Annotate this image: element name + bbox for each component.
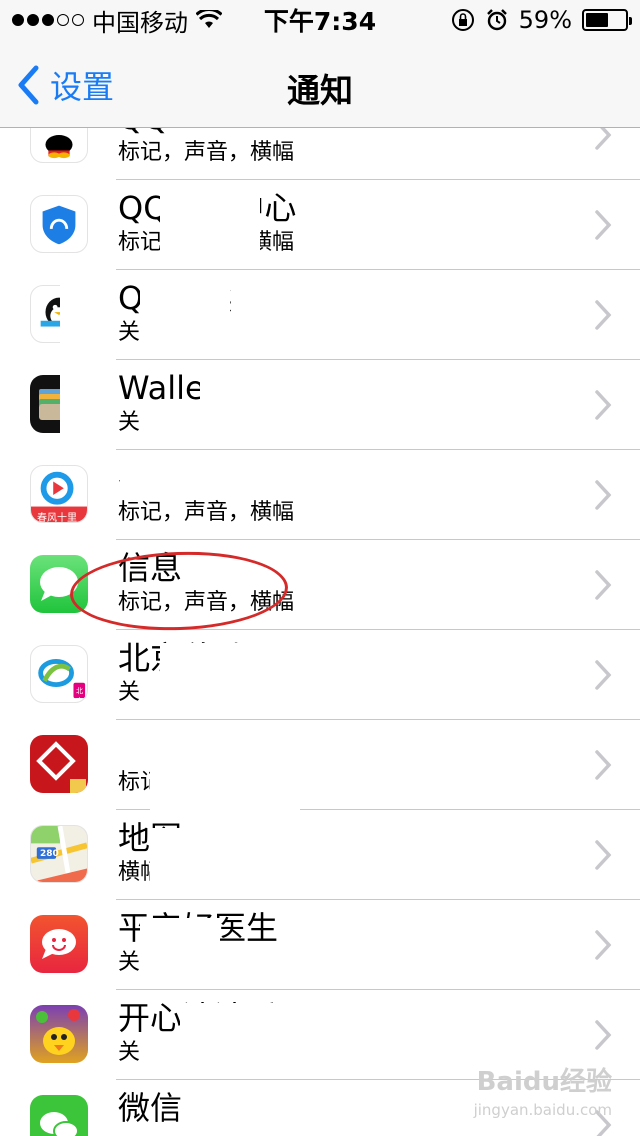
battery-icon (582, 9, 632, 31)
row-subtitle: 标记，声音，横幅 (118, 140, 295, 165)
row-subtitle: 关 (118, 410, 141, 435)
icon-caption: 北京 (76, 687, 83, 703)
watermark: Baidu经验 jingyan.baidu.com (474, 1068, 612, 1124)
ping-an-doctor-icon (30, 915, 88, 973)
row-text: Wallet 关 (118, 368, 558, 438)
game-icon (30, 1005, 88, 1063)
app-row-maps[interactable]: 280 地图 横幅 (0, 810, 640, 900)
navigation-bar: 设置 通知 (0, 40, 640, 128)
row-title: 信息 (118, 549, 183, 587)
red-app-icon (30, 735, 88, 793)
signal-strength-icon (12, 14, 84, 26)
notification-app-list: QQ 标记，声音，横幅 QQ安全中心 标记，声音，横幅 QQ阅读 关 Wal (0, 128, 640, 1136)
chevron-right-icon (595, 390, 612, 420)
status-bar: 中国移动 下午7:34 59% (0, 0, 640, 40)
redaction-mask (160, 188, 260, 268)
messages-icon (30, 555, 88, 613)
row-title: Wallet (118, 369, 218, 407)
app-row-qq[interactable]: QQ 标记，声音，横幅 (0, 128, 640, 180)
icon-caption: 春风十里 (37, 513, 77, 523)
chevron-right-icon (595, 660, 612, 690)
redaction-mask (140, 918, 220, 978)
status-left: 中国移动 (12, 3, 252, 38)
china-mobile-icon: 北京 (30, 645, 88, 703)
chevron-right-icon (595, 930, 612, 960)
row-subtitle: 标记，声音，横幅 (118, 500, 295, 525)
watermark-sub: jingyan.baidu.com (473, 1101, 612, 1119)
video-app-icon: 春风十里 (30, 465, 88, 523)
chevron-right-icon (595, 480, 612, 510)
watermark-main: Baidu经验 (476, 1067, 612, 1097)
app-row-qq-security[interactable]: QQ安全中心 标记，声音，横幅 (0, 180, 640, 270)
icon-caption: 280 (40, 849, 59, 859)
qq-icon (30, 128, 88, 163)
chevron-right-icon (595, 750, 612, 780)
maps-icon: 280 (30, 825, 88, 883)
chevron-right-icon (595, 840, 612, 870)
redaction-mask (200, 368, 260, 418)
redaction-mask (160, 643, 250, 693)
chevron-right-icon (595, 128, 612, 150)
status-time: 下午7:34 (263, 7, 377, 36)
chevron-right-icon (595, 300, 612, 330)
chevron-right-icon (595, 1020, 612, 1050)
wifi-icon (196, 10, 222, 28)
redaction-mask (60, 368, 90, 438)
app-row-qq-reader[interactable]: QQ阅读 关 (0, 270, 640, 360)
row-text: 信息 标记，声音，横幅 (118, 548, 558, 618)
app-row-video[interactable]: 春风十里 视频 标记，声音，横幅 (0, 450, 640, 540)
redaction-mask (140, 278, 230, 338)
status-right: 59% (388, 6, 632, 34)
row-subtitle: 标记，声音，横幅 (118, 590, 295, 615)
app-row-messages[interactable]: 信息 标记，声音，横幅 (0, 540, 640, 630)
redaction-mask (60, 278, 94, 350)
app-row-red-app[interactable]: 标记，声音，横幅 (0, 720, 640, 810)
app-row-ping-an-doctor[interactable]: 平安好医生 关 (0, 900, 640, 990)
redaction-mask (150, 733, 300, 813)
row-text: QQ 标记，声音，横幅 (118, 128, 558, 168)
row-title: QQ (118, 128, 558, 138)
battery-percent: 59% (518, 6, 572, 34)
redaction-mask (180, 1003, 290, 1063)
app-row-wallet[interactable]: Wallet 关 (0, 360, 640, 450)
carrier-label: 中国移动 (92, 8, 188, 37)
redaction-mask (120, 458, 190, 498)
orientation-lock-icon (451, 9, 474, 31)
redaction-mask (150, 828, 260, 898)
chevron-right-icon (595, 570, 612, 600)
page-title: 通知 (287, 71, 353, 110)
qq-security-icon (30, 195, 88, 253)
chevron-right-icon (595, 210, 612, 240)
app-row-china-mobile[interactable]: 北京 北京移动 关 (0, 630, 640, 720)
wechat-icon (30, 1095, 88, 1136)
alarm-icon (486, 9, 507, 31)
